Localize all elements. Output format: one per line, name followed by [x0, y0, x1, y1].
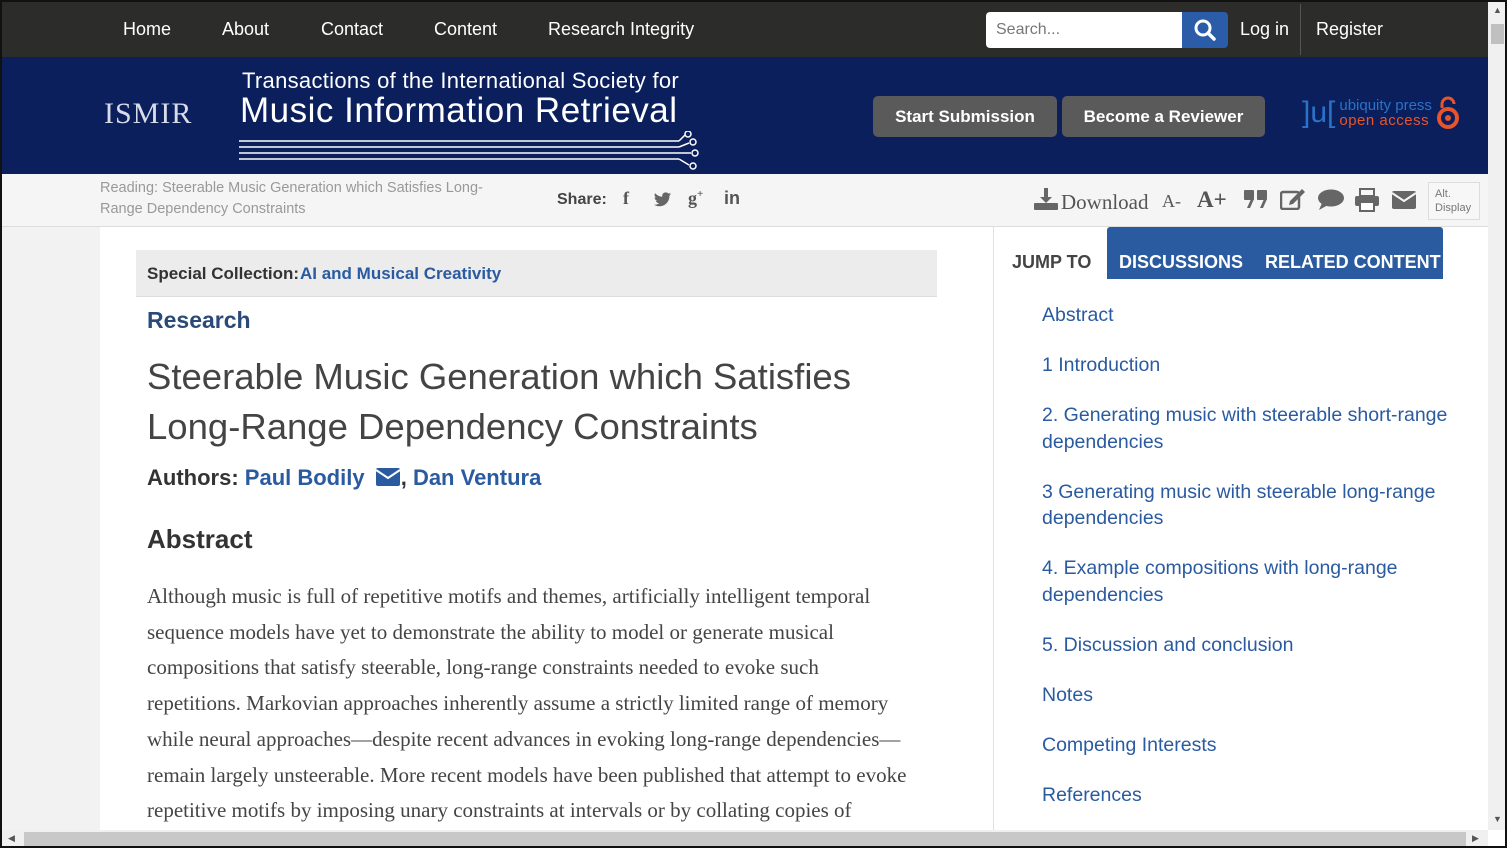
ubiquity-press-logo[interactable]: ]u[ ubiquity press open access	[1302, 93, 1461, 133]
email-icon[interactable]	[1391, 190, 1417, 210]
tab-related-content[interactable]: RELATED CONTENT	[1265, 237, 1441, 287]
abstract-line: compositions that satisfy steerable, lon…	[147, 655, 819, 680]
linkedin-icon[interactable]: in	[724, 188, 740, 209]
open-access-icon	[1436, 96, 1459, 129]
abstract-heading: Abstract	[147, 524, 253, 554]
publisher-line2: open access	[1339, 112, 1430, 129]
facebook-icon[interactable]: f	[623, 188, 629, 209]
abstract-line: remain largely unsteerable. More recent …	[147, 762, 907, 787]
nav-research-integrity[interactable]: Research Integrity	[548, 19, 694, 40]
toc-introduction[interactable]: 1 Introduction	[1042, 352, 1452, 379]
abstract-line: repetitions. Markovian approaches inhere…	[147, 691, 889, 716]
edit-icon[interactable]	[1280, 188, 1306, 210]
twitter-icon[interactable]	[654, 192, 672, 207]
scroll-right-arrow-icon[interactable]: ▶	[1472, 833, 1479, 844]
toc-competing-interests[interactable]: Competing Interests	[1042, 732, 1452, 759]
toc-section-4[interactable]: 4. Example compositions with long-range …	[1042, 555, 1452, 608]
journal-banner: ISMIR Transactions of the International …	[2, 57, 1488, 174]
table-of-contents: Abstract 1 Introduction 2. Generating mu…	[1042, 302, 1452, 832]
login-link[interactable]: Log in	[1240, 19, 1289, 40]
comment-icon[interactable]	[1317, 189, 1345, 211]
authors-line: Authors: Paul Bodily , Dan Ventura	[147, 465, 542, 490]
become-reviewer-button[interactable]: Become a Reviewer	[1062, 96, 1265, 137]
abstract-line: while neural approaches—despite recent a…	[147, 726, 901, 751]
article-main: Special Collection: AI and Musical Creat…	[100, 227, 993, 830]
nav-content[interactable]: Content	[434, 19, 497, 40]
search-icon	[1194, 19, 1216, 41]
tab-discussions[interactable]: DISCUSSIONS	[1119, 237, 1243, 287]
abstract-line: Although music is full of repetitive mot…	[147, 584, 871, 608]
music-staff-logo	[239, 131, 699, 170]
abstract-text: Although music is full of repetitive mot…	[147, 579, 947, 829]
ismir-logo[interactable]: ISMIR	[104, 97, 192, 131]
nav-contact[interactable]: Contact	[321, 19, 383, 40]
author-email-icon[interactable]	[375, 467, 401, 487]
abstract-line: repetitive motifs by imposing unary cons…	[147, 798, 852, 823]
toc-section-2[interactable]: 2. Generating music with steerable short…	[1042, 402, 1452, 455]
special-collection-box: Special Collection: AI and Musical Creat…	[136, 250, 937, 297]
toc-section-5[interactable]: 5. Discussion and conclusion	[1042, 632, 1452, 659]
vertical-scroll-thumb[interactable]	[1491, 24, 1504, 44]
reading-breadcrumb: Reading: Steerable Music Generation whic…	[100, 180, 483, 217]
toc-section-3[interactable]: 3 Generating music with steerable long-r…	[1042, 479, 1452, 532]
nav-home[interactable]: Home	[123, 19, 171, 40]
author-link-2[interactable]: Dan Ventura	[413, 465, 541, 490]
scroll-down-arrow-icon[interactable]: ▼	[1493, 814, 1502, 824]
start-submission-button[interactable]: Start Submission	[873, 96, 1057, 137]
download-icon[interactable]	[1034, 188, 1058, 210]
article-type: Research	[147, 307, 251, 333]
article-title: Steerable Music Generation which Satisfi…	[147, 356, 851, 447]
article-sidebar: JUMP TO DISCUSSIONS RELATED CONTENT Abst…	[993, 227, 1488, 830]
publisher-line1: ubiquity press	[1339, 97, 1432, 114]
author-link-1[interactable]: Paul Bodily	[245, 465, 365, 490]
toc-abstract[interactable]: Abstract	[1042, 302, 1452, 329]
special-collection-link[interactable]: AI and Musical Creativity	[300, 264, 501, 284]
search-input[interactable]	[986, 12, 1182, 48]
journal-title[interactable]: Music Information Retrieval	[240, 91, 678, 131]
quote-icon[interactable]	[1243, 189, 1269, 209]
alt-display-button[interactable]: Alt. Display	[1428, 182, 1480, 220]
browser-viewport: Home About Contact Content Research Inte…	[0, 0, 1507, 848]
article-toolbar: Reading: Steerable Music Generation whic…	[2, 174, 1488, 227]
horizontal-scrollbar[interactable]: ◀ ▶	[2, 830, 1488, 846]
special-collection-label: Special Collection:	[147, 264, 300, 283]
nav-about[interactable]: About	[222, 19, 269, 40]
top-navigation: Home About Contact Content Research Inte…	[2, 2, 1488, 57]
register-link[interactable]: Register	[1316, 19, 1383, 40]
vertical-scrollbar[interactable]: ▲ ▼	[1488, 2, 1505, 830]
toc-notes[interactable]: Notes	[1042, 682, 1452, 709]
share-label: Share:	[557, 191, 607, 208]
font-increase-button[interactable]: A+	[1197, 187, 1227, 213]
scroll-left-arrow-icon[interactable]: ◀	[8, 833, 15, 844]
ubiquity-brace-icon: ]u[	[1302, 96, 1336, 129]
nav-divider	[1300, 4, 1301, 55]
search-button[interactable]	[1182, 12, 1228, 48]
download-button[interactable]: Download	[1061, 190, 1149, 215]
authors-label: Authors:	[147, 465, 239, 490]
horizontal-scroll-thumb[interactable]	[24, 832, 1466, 846]
scroll-up-arrow-icon[interactable]: ▲	[1493, 5, 1502, 15]
google-plus-icon[interactable]: g+	[688, 188, 703, 209]
abstract-line: sequence models have yet to demonstrate …	[147, 619, 834, 644]
tab-jump-to[interactable]: JUMP TO	[1012, 237, 1091, 287]
font-decrease-button[interactable]: A-	[1162, 191, 1181, 212]
print-icon[interactable]	[1354, 188, 1380, 212]
toc-references[interactable]: References	[1042, 782, 1452, 809]
